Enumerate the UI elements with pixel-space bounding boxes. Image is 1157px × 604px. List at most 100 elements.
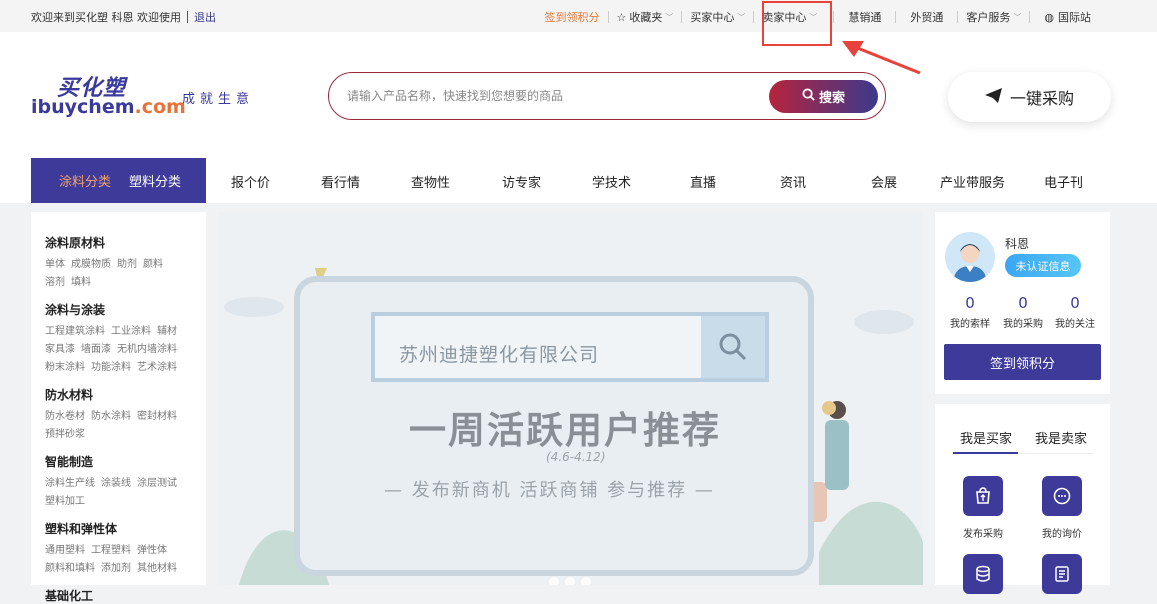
logout-link[interactable]: 退出	[194, 9, 216, 25]
stat-follows[interactable]: 0 我的关注	[1049, 294, 1101, 330]
tab-buyer[interactable]: 我是买家	[960, 428, 1012, 447]
nav-item-quote[interactable]: 报个价	[231, 172, 270, 191]
category-link[interactable]: 无机内墙涂料	[117, 344, 177, 355]
tab-seller[interactable]: 我是卖家	[1035, 428, 1087, 447]
category-link[interactable]: 其他材料	[137, 563, 177, 574]
promo-banner[interactable]: 苏州迪捷塑化有限公司 一周活跃用户推荐 (4.6-4.12) — 发布新商机 活…	[219, 212, 923, 585]
category-link[interactable]: 功能涂料	[91, 362, 131, 373]
category-link[interactable]: 墙面漆	[81, 344, 111, 355]
category-title[interactable]: 塑料和弹性体	[45, 520, 192, 537]
database-action[interactable]	[953, 554, 1013, 594]
category-link[interactable]: 涂装线	[101, 478, 131, 489]
category-group: 智能制造 涂料生产线 涂装线 涂层测试 塑料加工	[45, 453, 192, 511]
nav-item-market[interactable]: 看行情	[321, 172, 360, 191]
tab-coating-category[interactable]: 涂料分类	[59, 171, 111, 190]
nav-item-tech[interactable]: 学技术	[592, 172, 631, 191]
main-nav: 涂料分类 塑料分类 报个价 看行情 查物性 访专家 学技术 直播 资讯 会展 产…	[0, 158, 1157, 203]
category-link[interactable]: 防水涂料	[91, 411, 131, 422]
category-link[interactable]: 预拌砂浆	[45, 429, 85, 440]
category-link[interactable]: 单体	[45, 259, 65, 270]
carousel-dot[interactable]	[549, 577, 559, 585]
category-link[interactable]: 塑料加工	[45, 496, 85, 507]
sign-points-button[interactable]: 签到领积分	[944, 344, 1101, 380]
category-link[interactable]: 工业涂料	[111, 326, 151, 337]
category-tabs: 涂料分类 塑料分类	[31, 158, 206, 203]
category-title[interactable]: 防水材料	[45, 386, 192, 403]
sign-points-link[interactable]: 签到领积分	[537, 9, 608, 25]
category-links: 通用塑料 工程塑料 弹性体 颜料和填料 添加剂 其他材料	[45, 542, 192, 578]
category-link[interactable]: 防水卷材	[45, 411, 85, 422]
nav-item-experts[interactable]: 访专家	[502, 172, 541, 191]
category-link[interactable]: 粉末涂料	[45, 362, 85, 373]
category-link[interactable]: 涂料生产线	[45, 478, 95, 489]
nav-item-ejournal[interactable]: 电子刊	[1044, 172, 1083, 191]
category-link[interactable]: 涂层测试	[137, 478, 177, 489]
category-link[interactable]: 添加剂	[101, 563, 131, 574]
category-group: 防水材料 防水卷材 防水涂料 密封材料 预拌砂浆	[45, 386, 192, 444]
site-logo[interactable]: 买化塑 ibuychem.com	[31, 70, 186, 120]
unverified-badge[interactable]: 未认证信息	[1005, 254, 1081, 277]
category-group: 涂料原材料 单体 成膜物质 助剂 颜料 溶剂 填料	[45, 234, 192, 292]
category-link[interactable]: 工程塑料	[91, 545, 131, 556]
search-button-label: 搜索	[818, 91, 845, 106]
stat-value: 0	[1018, 294, 1028, 312]
nav-item-news[interactable]: 资讯	[780, 172, 806, 191]
banner-search-text: 苏州迪捷塑化有限公司	[399, 344, 600, 366]
category-link[interactable]: 填料	[71, 277, 91, 288]
carousel-dot[interactable]	[581, 577, 591, 585]
customer-service-menu[interactable]: 客户服务 ﹀	[958, 9, 1029, 25]
customer-service-label: 客户服务	[966, 11, 1011, 24]
tab-plastic-category[interactable]: 塑料分类	[129, 171, 181, 190]
one-key-purchase-button[interactable]: 一键采购	[948, 72, 1111, 122]
nav-item-properties[interactable]: 查物性	[411, 172, 450, 191]
stat-purchases[interactable]: 0 我的采购	[997, 294, 1049, 330]
stat-samples[interactable]: 0 我的索样	[944, 294, 996, 330]
category-link[interactable]: 溶剂	[45, 277, 65, 288]
category-links: 单体 成膜物质 助剂 颜料 溶剂 填料	[45, 256, 192, 292]
category-title[interactable]: 涂料原材料	[45, 234, 192, 251]
publish-purchase-action[interactable]: 发布采购	[953, 476, 1013, 540]
category-link[interactable]: 家具漆	[45, 344, 75, 355]
category-links: 涂料生产线 涂装线 涂层测试 塑料加工	[45, 475, 192, 511]
smart-sales-link[interactable]: 慧销通	[834, 9, 895, 25]
banner-headline: 一周活跃用户推荐	[409, 409, 721, 452]
category-link[interactable]: 弹性体	[137, 545, 167, 556]
document-action[interactable]	[1032, 554, 1092, 594]
user-card: 科恩 未认证信息 0 我的索样 0 我的采购 0 我的关注 签到领积分	[935, 212, 1110, 394]
search-icon	[802, 88, 815, 105]
chevron-down-icon: ﹀	[737, 12, 746, 22]
category-link[interactable]: 颜料和填料	[45, 563, 95, 574]
search-input[interactable]	[347, 86, 747, 106]
annotation-arrow-icon	[842, 41, 921, 75]
nav-item-live[interactable]: 直播	[690, 172, 716, 191]
nav-item-industry-belt[interactable]: 产业带服务	[940, 172, 1005, 191]
category-link[interactable]: 成膜物质	[71, 259, 111, 270]
category-link[interactable]: 颜料	[143, 259, 163, 270]
category-link[interactable]: 助剂	[117, 259, 137, 270]
international-link[interactable]: ◍ 国际站	[1030, 9, 1099, 25]
logo-en-main: ibuychem	[31, 96, 135, 118]
category-title[interactable]: 智能制造	[45, 453, 192, 470]
avatar[interactable]	[945, 232, 995, 282]
category-link[interactable]: 密封材料	[137, 411, 177, 422]
buyer-center-menu[interactable]: 买家中心 ﹀	[682, 9, 753, 25]
category-link[interactable]: 通用塑料	[45, 545, 85, 556]
favorites-menu[interactable]: ☆ 收藏夹 ﹀	[609, 9, 682, 25]
category-link[interactable]: 工程建筑涂料	[45, 326, 105, 337]
category-link[interactable]: 艺术涂料	[137, 362, 177, 373]
document-icon	[1042, 554, 1082, 594]
my-inquiry-action[interactable]: 我的询价	[1032, 476, 1092, 540]
category-link[interactable]: 辅材	[157, 326, 177, 337]
stat-value: 0	[965, 294, 975, 312]
welcome-text: 欢迎来到买化塑 科恩 欢迎使用	[31, 11, 181, 24]
nav-item-expo[interactable]: 会展	[871, 172, 897, 191]
foreign-trade-link[interactable]: 外贸通	[896, 9, 957, 25]
banner-date: (4.6-4.12)	[546, 450, 606, 464]
one-key-label: 一键采购	[1009, 89, 1074, 108]
search-button[interactable]: 搜索	[769, 80, 878, 113]
category-title[interactable]: 涂料与涂装	[45, 301, 192, 318]
stat-label: 我的索样	[950, 319, 990, 330]
category-title[interactable]: 基础化工	[45, 587, 192, 604]
carousel-dot[interactable]	[565, 577, 575, 585]
stat-value: 0	[1070, 294, 1080, 312]
